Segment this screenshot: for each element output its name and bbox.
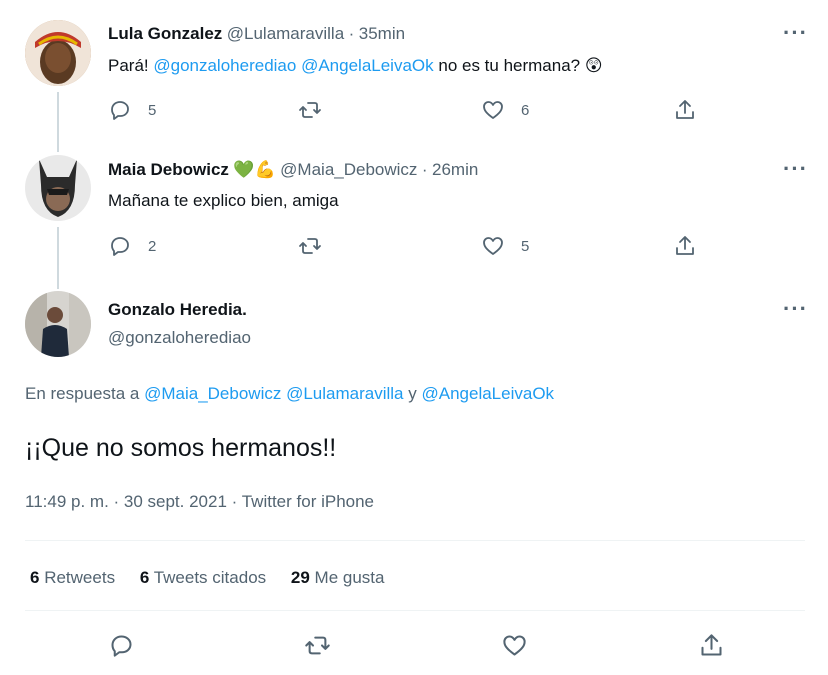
heart-icon [503,635,526,656]
retweet-icon [299,102,321,118]
retweets-count: 6 [30,568,40,587]
reply-icon [111,635,132,657]
main-like-button[interactable] [501,632,528,659]
main-author-name[interactable]: Gonzalo Heredia. [108,300,247,320]
main-author-handle[interactable]: @gonzaloherediao [108,328,251,348]
reply-icon [111,101,129,120]
reply-icon [111,237,129,256]
reply-context-prefix: En respuesta a [25,384,140,403]
tweet-1-author-handle[interactable]: @Lulamaravilla [227,24,344,43]
tweet-2-text: Mañana te explico bien, amiga [108,191,339,210]
tweet-1-like-count: 6 [521,101,530,119]
tweet-2-like-button[interactable]: 5 [481,234,529,258]
tweet-2-separator: · [421,160,428,179]
likes-stat[interactable]: 29 Me gusta [291,568,385,587]
divider-top [25,540,805,541]
avatar-maia-image [25,155,91,221]
tweet-1-reply-button[interactable]: 5 [108,98,156,122]
retweets-label: Retweets [44,568,116,587]
likes-count: 29 [290,568,310,587]
avatar-lula[interactable] [25,20,91,86]
mention-gonzaloherediao[interactable]: @gonzaloherediao [153,56,296,75]
retweets-stat[interactable]: 6 Retweets [30,568,120,587]
reply-mention-lula[interactable]: @Lulamaravilla [286,384,403,403]
tweet-1-reply-count: 5 [148,101,157,119]
avatar-gonzalo-image [25,291,91,357]
retweet-icon [305,636,330,655]
heart-icon [483,237,503,255]
main-tweet-timestamp[interactable]: 11:49 p. m. · 30 sept. 2021 · Twitter fo… [25,492,374,512]
tweet-2-time[interactable]: 26min [432,160,478,179]
tweet-1-text-end: no es tu hermana? [433,56,581,75]
tweet-2-author-handle[interactable]: @Maia_Debowicz [280,160,417,179]
tweet-1-text-start: Pará! [108,56,154,75]
tweet-2-author-name[interactable]: Maia Debowicz [108,160,229,179]
main-share-button[interactable] [698,632,725,659]
likes-label: Me gusta [314,568,385,587]
astonished-emoji: 😲 [584,56,603,75]
reply-context-and: y [408,384,417,403]
tweet-1-like-button[interactable]: 6 [481,98,529,122]
main-reply-button[interactable] [108,632,135,659]
avatar-gonzalo[interactable] [25,291,91,357]
share-icon [701,634,722,656]
tweet-1-header: Lula Gonzalez @Lulamaravilla · 35min [108,24,405,44]
tweet-1-separator: · [348,24,355,43]
reply-context: En respuesta a @Maia_Debowicz @Lulamarav… [25,384,554,404]
quotes-label: Tweets citados [153,568,267,587]
tweet-2-share-button[interactable] [673,234,697,258]
tweet-2-reply-count: 2 [148,237,157,255]
tweet-1-share-button[interactable] [673,98,697,122]
avatar-maia[interactable] [25,155,91,221]
thread-line-1 [57,92,59,152]
flexed-biceps-emoji: 💪 [254,160,276,179]
tweet-1-author-name[interactable]: Lula Gonzalez [108,24,222,43]
tweet-2-reply-button[interactable]: 2 [108,234,156,258]
tweet-2-like-count: 5 [521,237,530,255]
tweet-2-header: Maia Debowicz 💚💪 @Maia_Debowicz · 26min [108,160,478,180]
reply-mention-angela[interactable]: @AngelaLeivaOk [421,384,554,403]
green-heart-emoji: 💚 [233,160,255,179]
mention-angelaleivaok[interactable]: @AngelaLeivaOk [301,56,434,75]
share-icon [676,100,694,119]
tweet-1-text: Pará! @gonzaloherediao @AngelaLeivaOk no… [108,56,603,76]
divider-bottom [25,610,805,611]
heart-icon [483,101,503,119]
quotes-count: 6 [139,568,150,587]
share-icon [676,236,694,255]
thread-line-2 [57,227,59,289]
tweet-1-more-button[interactable]: ··· [783,20,808,46]
tweet-1-time[interactable]: 35min [359,24,405,43]
tweet-2-retweet-button[interactable] [298,234,322,258]
tweet-stats: 6 Retweets 6 Tweets citados 29 Me gusta [30,568,384,588]
quotes-stat[interactable]: 6 Tweets citados [140,568,271,587]
retweet-icon [299,238,321,254]
tweet-2-more-button[interactable]: ··· [783,156,808,182]
tweet-1-retweet-button[interactable] [298,98,322,122]
main-more-button[interactable]: ··· [783,296,808,322]
reply-mention-maia[interactable]: @Maia_Debowicz [144,384,281,403]
main-tweet-text: ¡¡Que no somos hermanos!! [25,434,337,462]
main-retweet-button[interactable] [304,632,331,659]
avatar-lula-image [25,20,91,86]
